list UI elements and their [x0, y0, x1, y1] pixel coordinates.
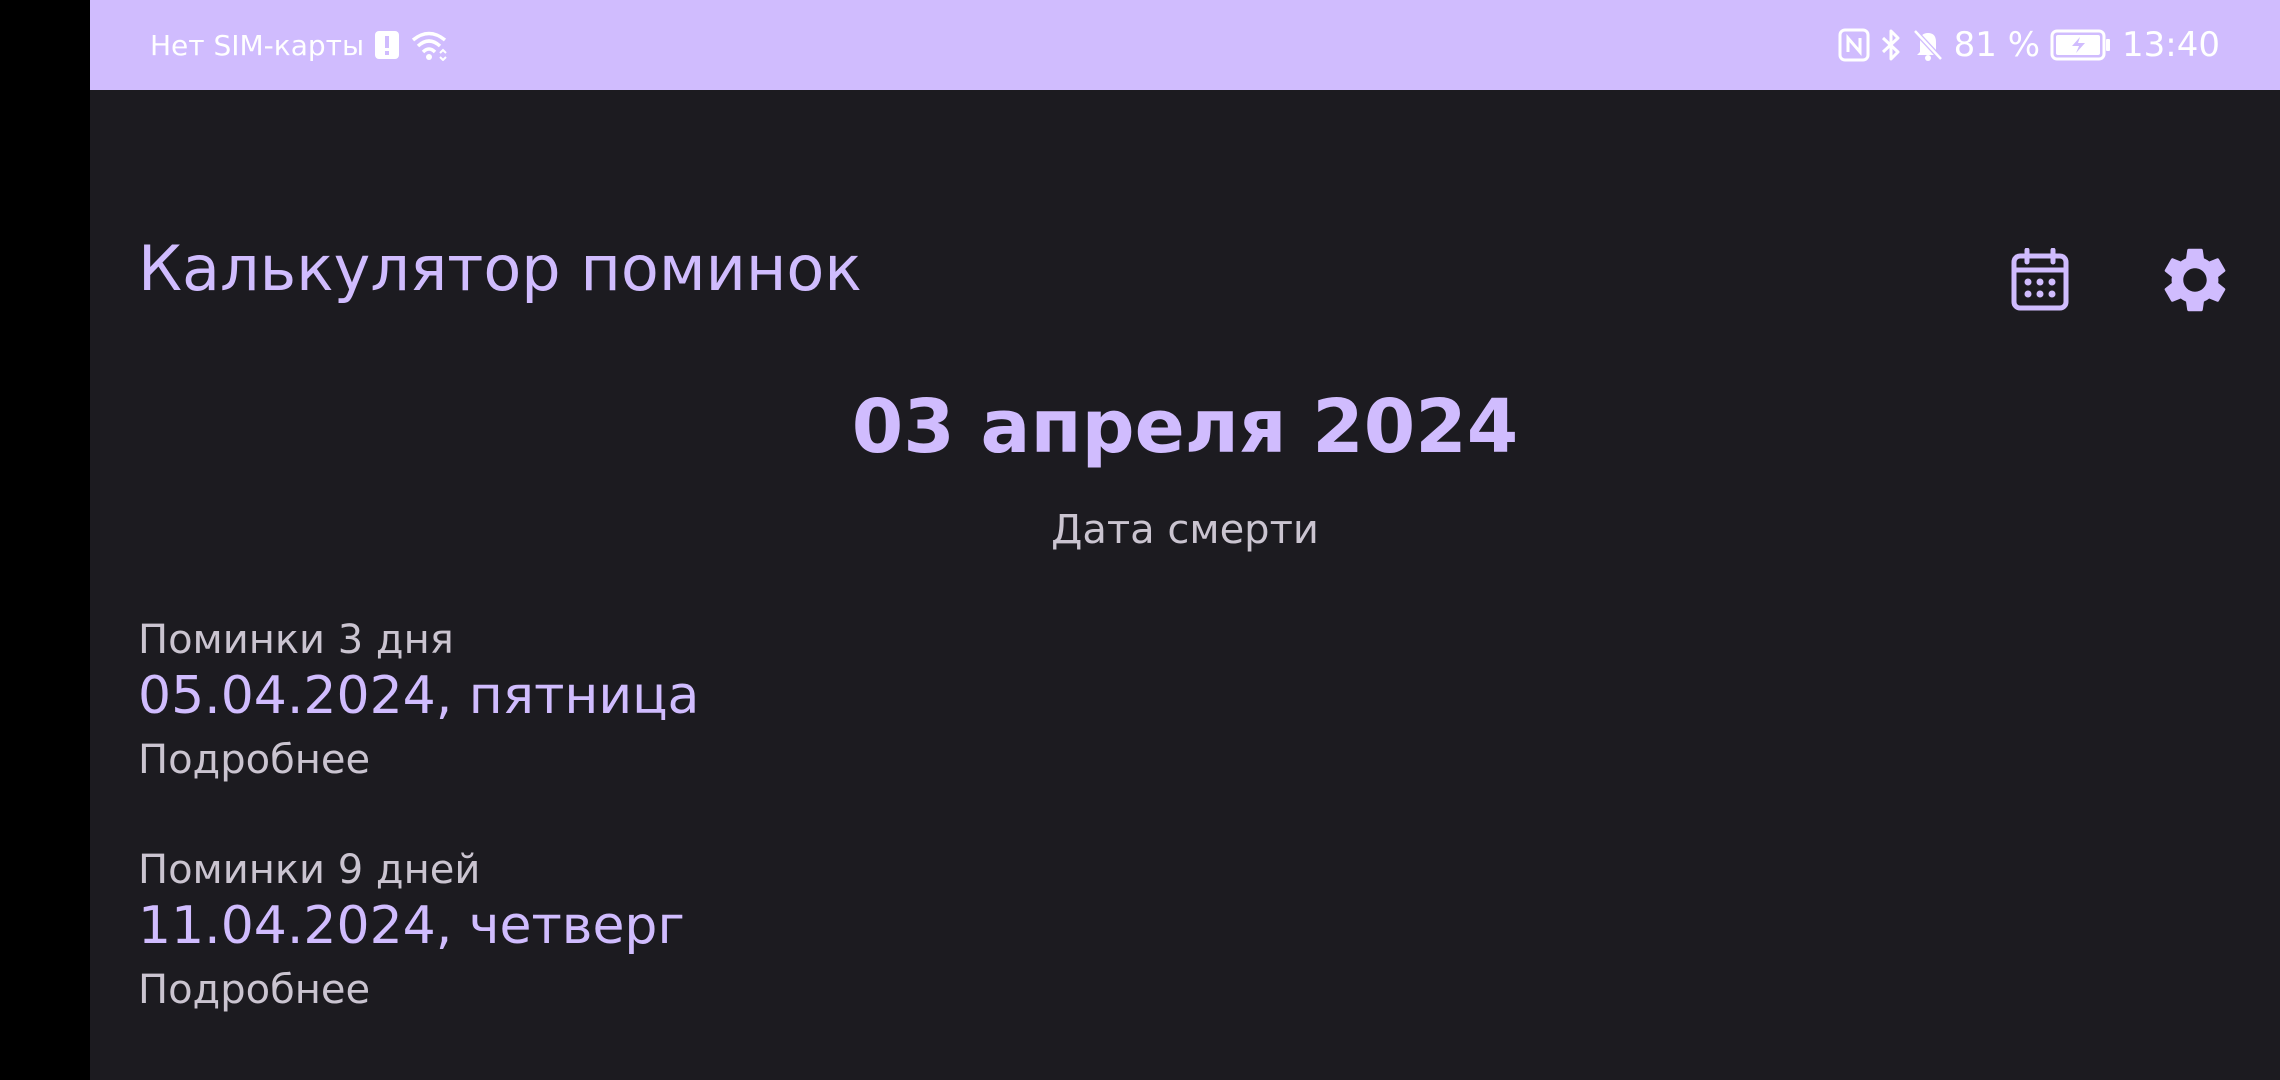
- gear-icon: [2156, 241, 2234, 319]
- details-link[interactable]: Подробнее: [138, 740, 370, 780]
- battery-percent: 81 %: [1953, 25, 2041, 65]
- left-system-strip: [0, 0, 90, 1080]
- list-item: Поминки 9 дней 11.04.2024, четверг Подро…: [138, 850, 2238, 1080]
- bluetooth-icon: [1880, 28, 1902, 62]
- page-title: Калькулятор поминок: [138, 232, 862, 305]
- bell-off-icon: [1912, 28, 1944, 62]
- list-item: Поминки 3 дня 05.04.2024, пятница Подроб…: [138, 620, 2238, 850]
- settings-button[interactable]: [2155, 240, 2235, 320]
- death-date[interactable]: 03 апреля 2024: [90, 390, 2280, 464]
- calendar-icon: [2010, 248, 2070, 312]
- nfc-icon: [1838, 28, 1870, 62]
- clock: 13:40: [2122, 25, 2220, 65]
- battery-charging-icon: [2050, 29, 2112, 61]
- app-content: Калькулятор поминок 03 апреля 2024 Дата …: [90, 90, 2280, 1080]
- status-bar-left: Нет SIM-карты: [150, 0, 448, 90]
- calendar-button[interactable]: [2000, 240, 2080, 320]
- memorial-title: Поминки 9 дней: [138, 847, 481, 893]
- memorial-date: 11.04.2024, четверг: [138, 896, 685, 956]
- carrier-label: Нет SIM-карты: [150, 28, 365, 62]
- screen: Нет SIM-карты 81 % 13:40 Калькулятор пом…: [0, 0, 2280, 1080]
- status-bar-right: 81 % 13:40: [1838, 0, 2220, 90]
- sim-alert-icon: [374, 30, 400, 60]
- death-date-label: Дата смерти: [1051, 507, 1319, 553]
- memorial-title: Поминки 3 дня: [138, 620, 454, 663]
- details-link[interactable]: Подробнее: [138, 970, 370, 1010]
- wifi-icon: [410, 29, 448, 61]
- status-bar: Нет SIM-карты 81 % 13:40: [90, 0, 2280, 90]
- memorial-date: 05.04.2024, пятница: [138, 666, 700, 726]
- memorial-list[interactable]: Поминки 3 дня 05.04.2024, пятница Подроб…: [138, 620, 2238, 1080]
